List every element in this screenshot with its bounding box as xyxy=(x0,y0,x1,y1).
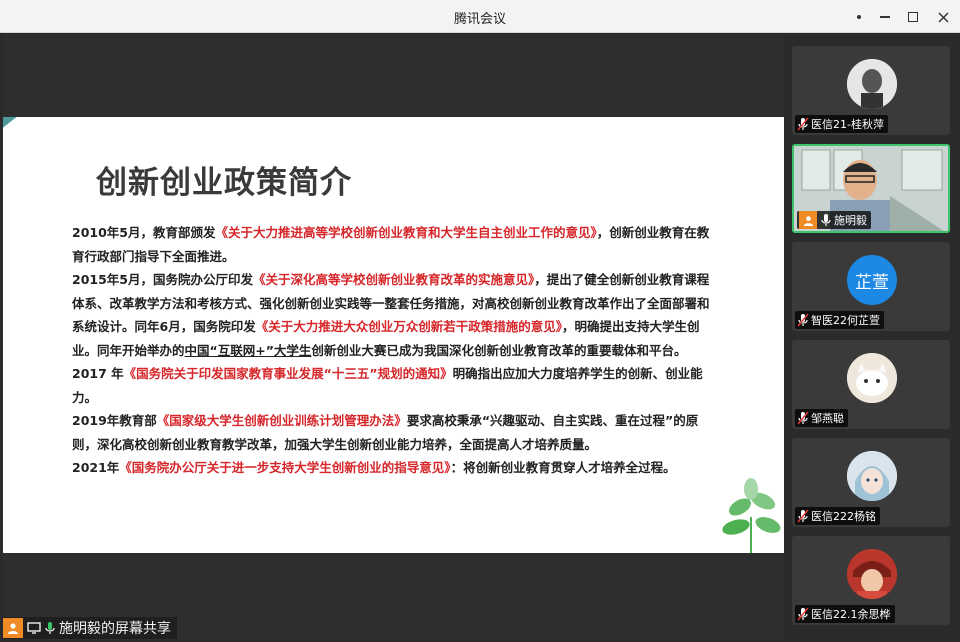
text: ：将创新创业教育贯穿人才培养全过程。 xyxy=(450,460,676,475)
close-icon xyxy=(937,11,949,23)
maximize-icon xyxy=(908,12,918,22)
maximize-button[interactable] xyxy=(902,6,924,28)
participant-name-bar: 医信222杨铭 xyxy=(795,507,880,525)
participant-tile[interactable]: 医信222杨铭 xyxy=(792,438,950,527)
microphone-muted-icon xyxy=(797,509,809,523)
presentation-slide: 创新创业政策简介 2010年5月，教育部颁发《关于大力推进高等学校创新创业教育和… xyxy=(3,117,784,553)
share-label-text: 施明毅的屏幕共享 xyxy=(59,621,171,637)
avatar: 芷萱 xyxy=(847,255,897,305)
paragraph-2021: 2021年《国务院办公厅关于进一步支持大学生创新创业的指导意见》：将创新创业教育… xyxy=(72,456,712,480)
policy-title: 《关于大力推进大众创业万众创新若干政策措施的意见》 xyxy=(255,319,562,334)
microphone-icon xyxy=(821,214,831,226)
participant-tile-speaking[interactable]: 施明毅 xyxy=(792,144,950,233)
policy-title: 《关于大力推进高等学校创新创业教育和大学生自主创业工作的意见》 xyxy=(215,225,597,240)
microphone-muted-icon xyxy=(797,411,809,425)
host-icon xyxy=(799,211,817,229)
user-icon xyxy=(3,618,23,638)
microphone-muted-icon xyxy=(797,313,809,327)
title-bar: 腾讯会议 xyxy=(0,0,960,33)
policy-title: 《关于深化高等学校创新创业教育改革的实施意见》 xyxy=(253,272,535,287)
paragraph-2015: 2015年5月，国务院办公厅印发《关于深化高等学校创新创业教育改革的实施意见》，… xyxy=(72,268,712,362)
policy-title: 《国务院办公厅关于进一步支持大学生创新创业的指导意见》 xyxy=(119,460,451,475)
minimize-icon xyxy=(880,16,890,18)
policy-title: 《国务院关于印发国家教育事业发展“十三五”规划的通知》 xyxy=(123,366,453,381)
participants-panel: 医信21-桂秋萍 施明毅 芷萱 智医22何芷萱 邹燕聪 医信222杨铭 医信22… xyxy=(786,34,960,642)
shared-screen[interactable]: 创新创业政策简介 2010年5月，教育部颁发《关于大力推进高等学校创新创业教育和… xyxy=(3,34,784,640)
plant-decoration-icon xyxy=(722,478,781,553)
participant-name-bar: 智医22何芷萱 xyxy=(795,311,884,329)
participant-name: 施明毅 xyxy=(834,214,867,227)
slide-title: 创新创业政策简介 xyxy=(96,165,352,201)
slide-body: 2010年5月，教育部颁发《关于大力推进高等学校创新创业教育和大学生自主创业工作… xyxy=(72,221,712,480)
participant-name: 智医22何芷萱 xyxy=(811,314,880,327)
policy-title: 《国家级大学生创新创业训练计划管理办法》 xyxy=(156,413,407,428)
screen-share-label: 施明毅的屏幕共享 xyxy=(3,617,177,639)
text: 已成为我国深化创新创业教育改革的重要载体和平台。 xyxy=(386,342,687,358)
participant-tile[interactable]: 芷萱 智医22何芷萱 xyxy=(792,242,950,331)
microphone-muted-icon xyxy=(797,117,809,131)
pin-icon[interactable] xyxy=(848,6,870,28)
participant-tile[interactable]: 医信21-桂秋萍 xyxy=(792,46,950,135)
avatar xyxy=(847,451,897,501)
participant-name-bar: 邹燕聪 xyxy=(795,409,848,427)
paragraph-2019: 2019年教育部《国家级大学生创新创业训练计划管理办法》要求高校秉承“兴趣驱动、… xyxy=(72,409,712,456)
screen-share-icon xyxy=(27,622,41,634)
participant-name: 医信22.1余思桦 xyxy=(811,608,891,621)
microphone-muted-icon xyxy=(797,607,809,621)
participant-name: 邹燕聪 xyxy=(811,412,844,425)
text: 2017 年 xyxy=(72,366,124,381)
minimize-button[interactable] xyxy=(874,6,896,28)
participant-name-bar: 医信21-桂秋萍 xyxy=(795,115,888,133)
text: 2019年教育部 xyxy=(72,413,157,428)
avatar xyxy=(847,353,897,403)
avatar xyxy=(847,549,897,599)
participant-tile[interactable]: 邹燕聪 xyxy=(792,340,950,429)
text: 创新创业大赛 xyxy=(311,342,387,358)
participant-name: 医信21-桂秋萍 xyxy=(811,118,884,131)
text: 2010年5月，教育部颁发 xyxy=(72,225,216,240)
text: 2021年 xyxy=(72,460,120,475)
window-title: 腾讯会议 xyxy=(453,12,506,27)
participant-name-bar: 医信22.1余思桦 xyxy=(795,605,895,623)
paragraph-2010: 2010年5月，教育部颁发《关于大力推进高等学校创新创业教育和大学生自主创业工作… xyxy=(72,221,712,268)
text: 2015年5月，国务院办公厅印发 xyxy=(72,272,253,287)
participant-name-bar: 施明毅 xyxy=(797,211,871,229)
avatar xyxy=(847,59,897,109)
participant-tile[interactable]: 医信22.1余思桦 xyxy=(792,536,950,625)
paragraph-2017: 2017 年《国务院关于印发国家教育事业发展“十三五”规划的通知》明确指出应加大… xyxy=(72,362,712,409)
participant-name: 医信222杨铭 xyxy=(811,510,876,523)
underlined-text: 中国“互联网+”大学生 xyxy=(184,342,312,358)
close-button[interactable] xyxy=(932,6,954,28)
microphone-icon xyxy=(45,622,55,634)
